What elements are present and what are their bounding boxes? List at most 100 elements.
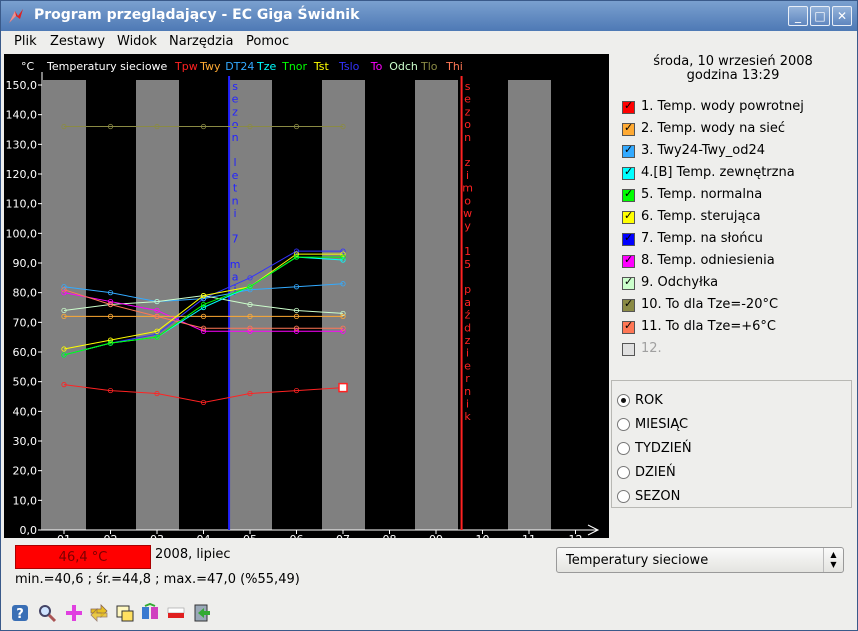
legend-item[interactable]: ✓ 4.[B] Temp. zewnętrzna [621, 163, 851, 183]
legend-checkbox[interactable]: ✓ [622, 143, 635, 158]
x-tick-label: 11 [522, 533, 536, 538]
series-line-Tst [63, 253, 343, 350]
legend-checkbox[interactable]: ✓ [622, 121, 635, 136]
season-marker-char: n [232, 194, 239, 207]
radio-button[interactable] [617, 466, 630, 479]
check-icon: ✓ [624, 187, 634, 200]
season-marker-char: n [232, 131, 239, 144]
exit-icon[interactable] [192, 603, 212, 623]
season-marker-char: o [232, 118, 239, 131]
legend-checkbox[interactable]: ✓ [622, 253, 635, 268]
legend-item[interactable]: ✓ 8. Temp. odniesienia [621, 251, 851, 271]
legend-label: 5. Temp. normalna [641, 187, 763, 202]
legend-checkbox[interactable]: ✓ [622, 231, 635, 246]
radio-button[interactable] [617, 394, 630, 407]
current-value-box: 46,4 °C [15, 545, 151, 569]
radio-label: ROK [635, 393, 663, 408]
maximize-button[interactable]: □ [810, 6, 830, 26]
x-tick-label: 04 [197, 533, 211, 538]
dataset-select[interactable]: Temperatury sieciowe ▲ ▼ [556, 547, 844, 573]
minimize-button[interactable]: _ [788, 6, 808, 26]
check-icon: ✓ [624, 253, 634, 266]
period-radio-2[interactable]: TYDZIEŃ [617, 438, 817, 458]
legend-item[interactable]: ✓ 6. Temp. sterująca [621, 207, 851, 227]
legend-item[interactable]: ✓ 1. Temp. wody powrotnej [621, 97, 851, 117]
month-band [136, 80, 179, 530]
menu-plik[interactable]: Plik [14, 34, 37, 49]
legend-checkbox[interactable] [622, 343, 635, 356]
help-icon[interactable]: ? [10, 603, 30, 623]
menu-pomoc[interactable]: Pomoc [246, 34, 289, 49]
legend-label: 1. Temp. wody powrotnej [641, 99, 804, 114]
chart-title: Temperatury sieciowe [46, 60, 168, 73]
flag-icon[interactable] [166, 603, 186, 623]
season-marker-char: y [464, 220, 471, 233]
dataset-select-value: Temperatury sieciowe [566, 553, 709, 568]
swap-icon[interactable] [89, 603, 109, 623]
legend-checkbox[interactable]: ✓ [622, 319, 635, 334]
add-icon[interactable] [64, 603, 84, 623]
legend-item[interactable]: ✓ 11. To dla Tze=+6°C [621, 317, 851, 337]
legend-checkbox[interactable]: ✓ [622, 209, 635, 224]
month-band [415, 80, 458, 530]
y-tick-label: 120,0 [6, 168, 38, 181]
month-band [508, 80, 551, 530]
chart-canvas: 0,0 10,0 20,0 30,0 40,0 50,0 60,0 70,0 80,0 90,0 1… [6, 60, 600, 538]
legend-checkbox[interactable]: ✓ [622, 297, 635, 312]
legend-label: 2. Temp. wody na sieć [641, 121, 785, 136]
series-line-Tpw [63, 384, 344, 403]
season-marker-char: e [464, 359, 471, 372]
season-marker-char: z [465, 334, 471, 347]
y-tick-label: 0,0 [20, 524, 38, 537]
period-radio-1[interactable]: MIESIĄC [617, 414, 817, 434]
y-tick-label: 20,0 [13, 465, 38, 478]
check-icon: ✓ [624, 143, 634, 156]
legend-item[interactable]: ✓ 7. Temp. na słońcu [621, 229, 851, 249]
legend-checkbox[interactable]: ✓ [622, 165, 635, 180]
legend-checkbox[interactable]: ✓ [622, 99, 635, 114]
app-icon [9, 9, 23, 23]
season-marker-char: 5 [464, 258, 471, 271]
legend-item[interactable]: ✓ 5. Temp. normalna [621, 185, 851, 205]
legend-item[interactable]: ✓ 3. Twy24-Twy_od24 [621, 141, 851, 161]
legend-checkbox[interactable]: ✓ [622, 275, 635, 290]
legend-item[interactable]: ✓ 10. To dla Tze=-20°C [621, 295, 851, 315]
menu-widok[interactable]: Widok [117, 34, 157, 49]
season-marker-char: e [232, 169, 239, 182]
radio-label: MIESIĄC [635, 417, 689, 432]
radio-button[interactable] [617, 418, 630, 431]
period-radio-4[interactable]: SEZON [617, 486, 817, 506]
x-tick-label: 08 [383, 533, 397, 538]
month-band [43, 80, 86, 530]
x-tick-label: 07 [336, 533, 350, 538]
period-radio-3[interactable]: DZIEŃ [617, 462, 817, 482]
check-icon: ✓ [624, 99, 634, 112]
series-tag: Tlo [420, 60, 438, 73]
season-marker-char: m [462, 182, 473, 195]
y-tick-label: 110,0 [6, 198, 38, 211]
series-line-DT24 [63, 283, 344, 303]
radio-button[interactable] [617, 490, 630, 503]
season-marker-char: 7 [232, 232, 239, 245]
date-label: środa, 10 wrzesień 2008 [653, 54, 813, 69]
radio-label: SEZON [635, 489, 681, 504]
close-button[interactable]: ✕ [832, 6, 852, 26]
legend-checkbox[interactable]: ✓ [622, 187, 635, 202]
season-marker-char: r [465, 372, 470, 385]
season-marker-char: s [232, 80, 238, 93]
legend-item[interactable]: ✓ 2. Temp. wody na sieć [621, 119, 851, 139]
season-marker-char: n [464, 385, 471, 398]
radio-label: TYDZIEŃ [635, 441, 692, 456]
season-marker-char: o [464, 194, 471, 207]
refresh-icon[interactable] [140, 603, 160, 623]
legend-item[interactable]: ✓ 9. Odchyłka [621, 273, 851, 293]
legend-item[interactable]: 12. [621, 339, 851, 359]
menu-narzedzia[interactable]: Narzędzia [169, 34, 234, 49]
legend-label: 11. To dla Tze=+6°C [641, 319, 776, 334]
window-icon[interactable] [115, 603, 135, 623]
radio-button[interactable] [617, 442, 630, 455]
temperature-chart[interactable]: 0,0 10,0 20,0 30,0 40,0 50,0 60,0 70,0 80,0 90,0 1… [4, 54, 609, 538]
period-radio-0[interactable]: ROK [617, 390, 817, 410]
search-icon[interactable] [37, 603, 57, 623]
menu-zestawy[interactable]: Zestawy [50, 34, 105, 49]
